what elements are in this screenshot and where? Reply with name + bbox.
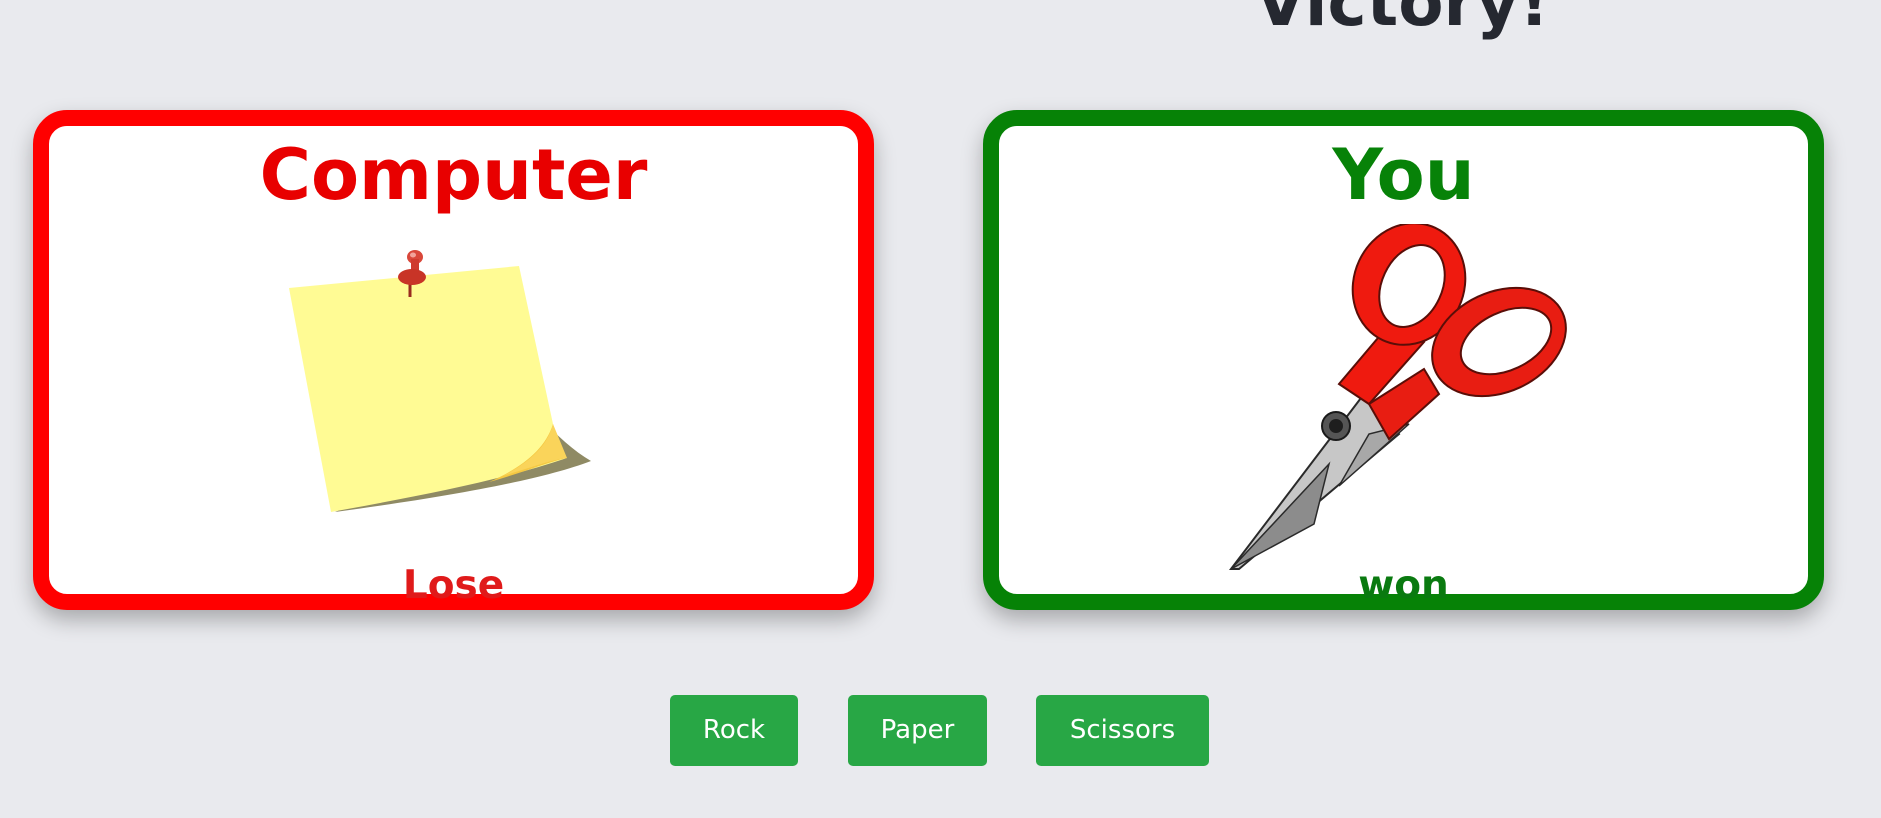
computer-card: Computer Lose <box>33 110 874 610</box>
computer-card-status: Lose <box>402 563 505 608</box>
scissors-button[interactable]: Scissors <box>1036 695 1209 766</box>
rock-button[interactable]: Rock <box>670 695 798 766</box>
scissors-icon <box>1228 224 1567 570</box>
computer-card-title: Computer <box>259 134 648 216</box>
player-card-title: You <box>1332 134 1475 216</box>
paper-button[interactable]: Paper <box>848 695 987 766</box>
paper-icon <box>289 250 591 512</box>
player-card-status: won <box>1358 563 1449 608</box>
player-card: You won <box>983 110 1824 610</box>
game-page: Victory! Computer Lose You won Rock Pape… <box>0 0 1881 818</box>
result-title: Victory! <box>1255 0 1550 41</box>
